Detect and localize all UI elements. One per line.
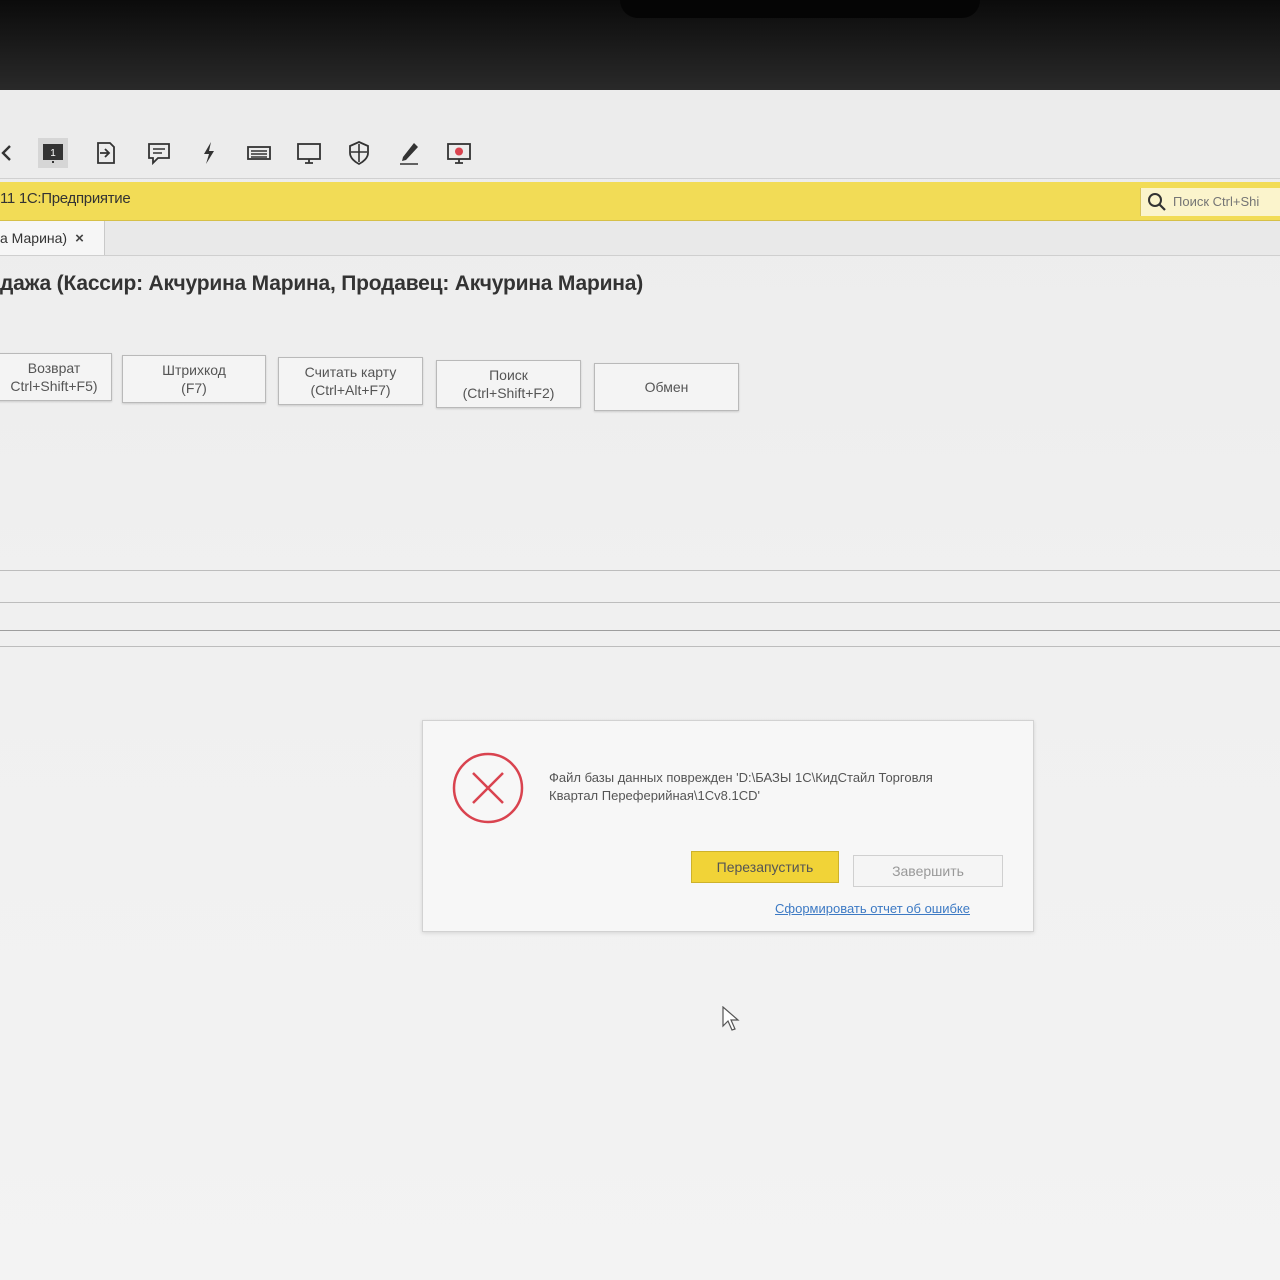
read-card-button-shortcut: (Ctrl+Alt+F7) — [310, 382, 391, 398]
global-search[interactable] — [1140, 188, 1280, 216]
read-card-button-label: Считать карту — [304, 364, 397, 380]
tab-document[interactable]: а Марина) × — [0, 221, 105, 255]
return-button-shortcut: Ctrl+Shift+F5) — [10, 378, 98, 394]
divider — [0, 602, 1280, 603]
barcode-button-shortcut: (F7) — [181, 380, 207, 396]
comment-icon[interactable] — [144, 138, 174, 168]
restart-button[interactable]: Перезапустить — [691, 851, 839, 883]
window-1-icon[interactable]: 1 — [38, 138, 68, 168]
open-windows-tabs: а Марина) × — [0, 221, 1280, 256]
error-message-line1: Файл базы данных поврежден 'D:\БАЗЫ 1С\К… — [549, 770, 933, 785]
exchange-button[interactable]: Обмен — [594, 363, 739, 411]
search-input[interactable] — [1171, 193, 1280, 210]
monitor-icon[interactable] — [294, 138, 324, 168]
finish-button[interactable]: Завершить — [853, 855, 1003, 887]
arrow-left-icon[interactable] — [0, 138, 22, 168]
error-report-link[interactable]: Сформировать отчет об ошибке — [775, 901, 970, 916]
tab-label: а Марина) — [0, 230, 68, 246]
record-icon[interactable] — [444, 138, 474, 168]
mouse-cursor-icon — [722, 1006, 740, 1031]
exchange-button-label: Обмен — [644, 379, 689, 395]
app-title-bar: 11 1С:Предприятие — [0, 182, 1280, 221]
monitor-bezel — [0, 0, 1280, 95]
keyboard-icon[interactable] — [244, 138, 274, 168]
screen: 1 11 1С:Предприятие Поиск Ctrl+Shi а Мар… — [0, 90, 1280, 1280]
search-button-shortcut: (Ctrl+Shift+F2) — [462, 385, 555, 401]
barcode-button-label: Штрихкод — [162, 362, 226, 378]
divider — [0, 570, 1280, 571]
read-card-button[interactable]: Считать карту (Ctrl+Alt+F7) — [278, 357, 423, 405]
divider — [0, 630, 1280, 631]
search-button[interactable]: Поиск (Ctrl+Shift+F2) — [436, 360, 581, 408]
exit-icon[interactable] — [90, 138, 120, 168]
divider — [0, 646, 1280, 647]
shield-icon[interactable] — [344, 138, 374, 168]
lightning-icon[interactable] — [194, 138, 224, 168]
error-message: Файл базы данных поврежден 'D:\БАЗЫ 1С\К… — [549, 769, 1009, 805]
error-dialog: Файл базы данных поврежден 'D:\БАЗЫ 1С\К… — [422, 720, 1034, 932]
error-icon — [452, 752, 524, 824]
barcode-button[interactable]: Штрихкод (F7) — [122, 355, 266, 403]
error-message-line2: Квартал Переферийная\1Cv8.1CD' — [549, 788, 760, 803]
system-toolbar: 1 — [0, 90, 1280, 179]
search-icon — [1148, 193, 1166, 211]
monitor-camera-notch — [620, 0, 980, 18]
pen-icon[interactable] — [394, 138, 424, 168]
window-number-label: 1 — [50, 148, 56, 159]
page-title: дажа (Кассир: Акчурина Марина, Продавец:… — [0, 272, 644, 295]
search-button-label: Поиск — [489, 367, 528, 383]
app-title: 11 1С:Предприятие — [0, 190, 131, 207]
close-icon[interactable]: × — [75, 230, 84, 247]
return-button-label: Возврат — [27, 360, 81, 376]
return-button[interactable]: Возврат Ctrl+Shift+F5) — [0, 353, 112, 401]
